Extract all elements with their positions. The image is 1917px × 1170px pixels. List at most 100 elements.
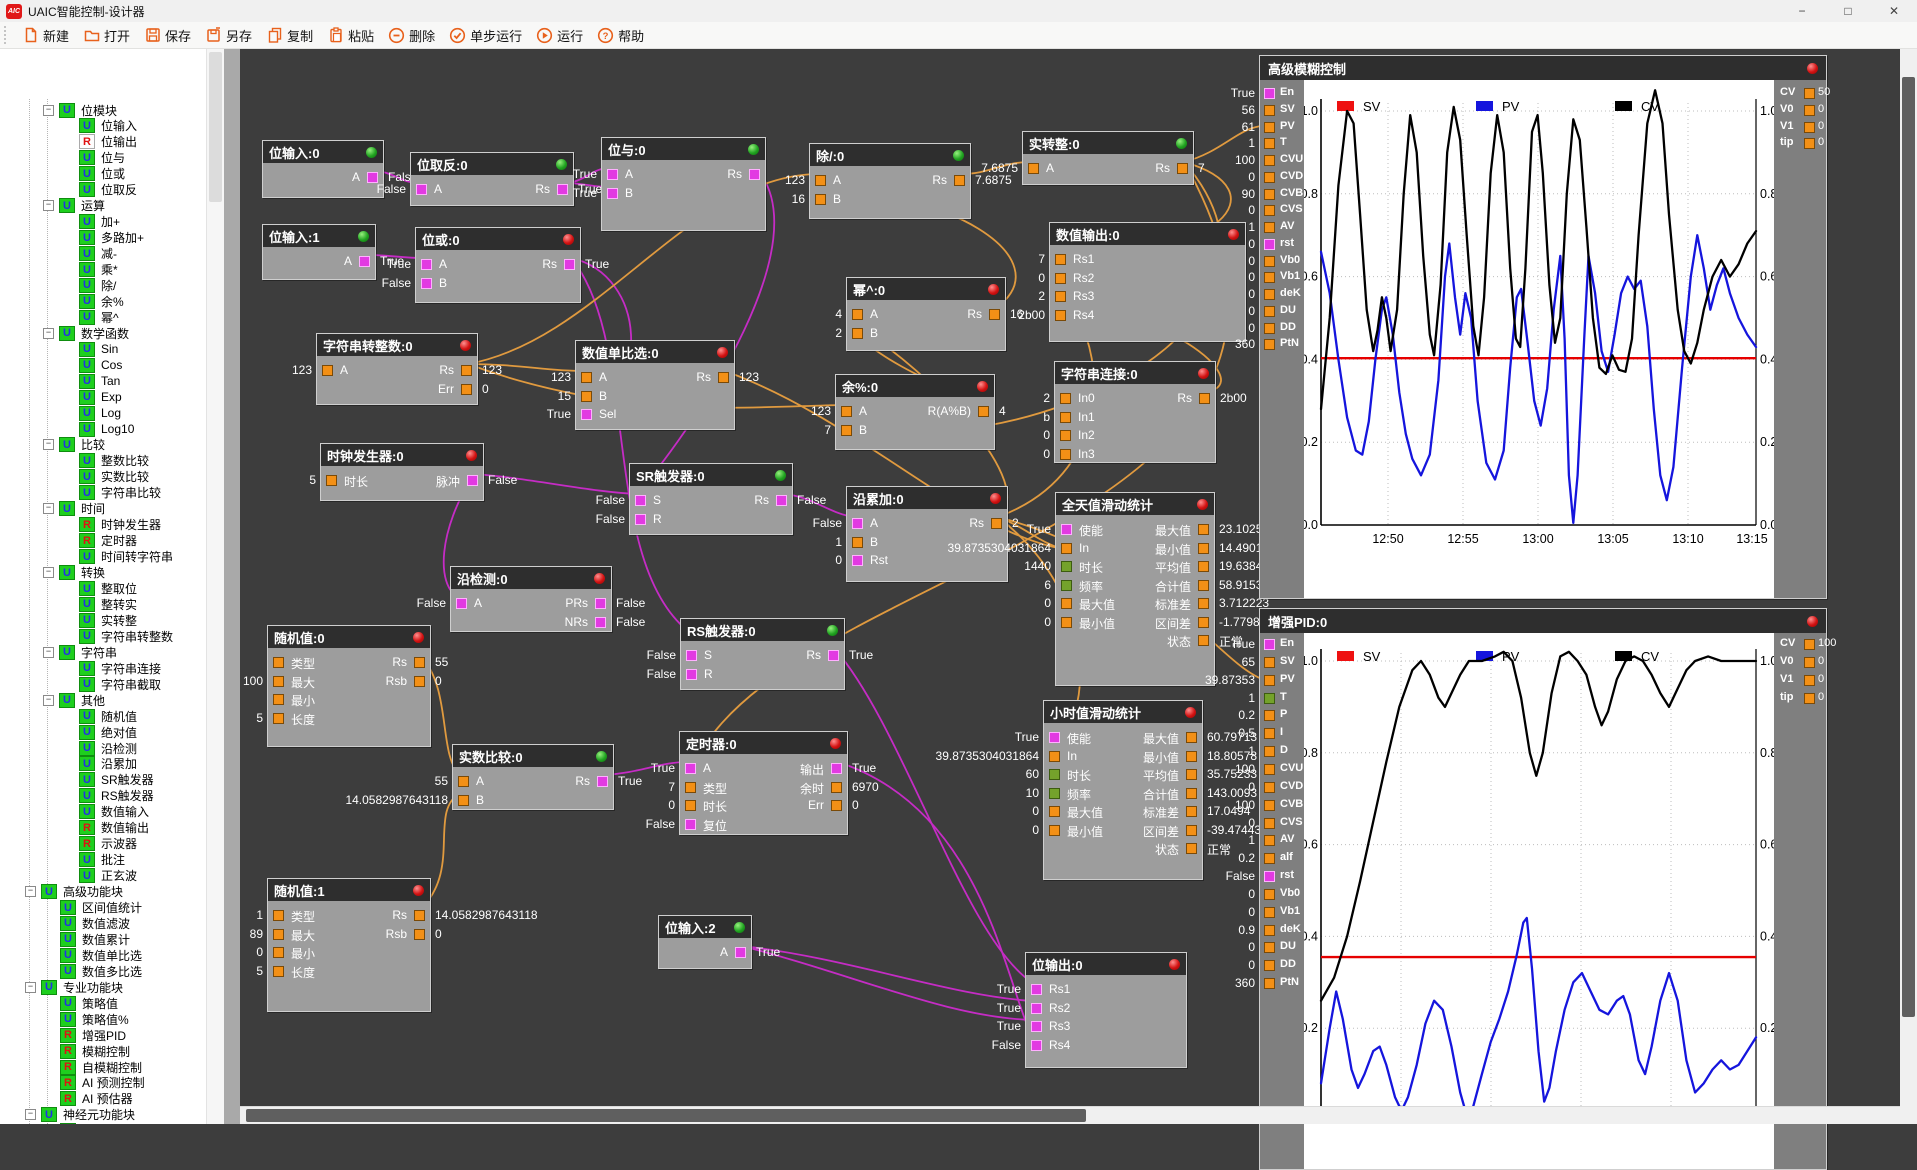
input-port-D[interactable] [1264, 746, 1275, 757]
input-port-A[interactable] [607, 169, 618, 180]
tree-item-沿检测[interactable]: U沿检测 [0, 740, 137, 756]
tree-item-区间值统计[interactable]: U区间值统计 [0, 900, 142, 916]
wire[interactable] [742, 946, 1033, 1020]
node-位取反:0[interactable]: 位取反:0AFalseRsTrue [410, 152, 574, 206]
input-port-B[interactable] [581, 391, 592, 402]
output-port-脉冲[interactable] [467, 475, 478, 486]
tree-item-沿累加[interactable]: U沿累加 [0, 756, 137, 772]
toolbar-button-new[interactable]: 新建 [15, 24, 76, 47]
tree-item-位输出[interactable]: R位输出 [0, 134, 137, 150]
output-port-CV[interactable] [1804, 88, 1815, 99]
input-port-最大值[interactable] [1049, 806, 1060, 817]
input-port-B[interactable] [458, 795, 469, 806]
panel-高级模糊控制[interactable]: 高级模糊控制TrueEn56SV61PV1T100CVU0CVD90CVB0CV… [1259, 55, 1827, 599]
input-port-deK[interactable] [1264, 925, 1275, 936]
input-port-CVS[interactable] [1264, 818, 1275, 829]
input-port-AV[interactable] [1264, 222, 1275, 233]
tree-item-位或[interactable]: U位或 [0, 166, 125, 182]
node-字符串连接:0[interactable]: 字符串连接:0In02Rs2b00In1bIn20In30 [1054, 361, 1216, 463]
input-port-A[interactable] [841, 406, 852, 417]
input-port-使能[interactable] [1061, 524, 1072, 535]
input-port-复位[interactable] [685, 819, 696, 830]
node-title-bar[interactable]: 定时器:0 [680, 732, 847, 754]
input-port-Vb0[interactable] [1264, 256, 1275, 267]
input-port-A[interactable] [416, 184, 427, 195]
tree-item-时间转字符串[interactable]: U时间转字符串 [0, 549, 173, 565]
input-port-频率[interactable] [1049, 788, 1060, 799]
node-随机值:0[interactable]: 随机值:0类型Rs55最大100Rsb0最小长度5 [267, 625, 431, 747]
expand-toggle-icon[interactable]: − [43, 439, 54, 450]
node-RS触发器:0[interactable]: RS触发器:0SFalseRsTrueRFalse [680, 618, 845, 690]
input-port-T[interactable] [1264, 138, 1275, 149]
node-title-bar[interactable]: 位与:0 [602, 138, 765, 160]
node-除/:0[interactable]: 除/:0A123Rs7.6875B16 [809, 143, 971, 219]
input-port-DD[interactable] [1264, 960, 1275, 971]
tree-item-加+[interactable]: U加+ [0, 214, 120, 230]
tree-item-转换[interactable]: −U转换 [0, 565, 105, 581]
input-port-A[interactable] [322, 365, 333, 376]
node-随机值:1[interactable]: 随机值:1类型1Rs14.0582987643118最大89Rsb0最小0长度5 [267, 878, 431, 1012]
canvas-hscrollbar-thumb[interactable] [246, 1109, 1086, 1122]
input-port-最大[interactable] [273, 929, 284, 940]
input-port-PV[interactable] [1264, 675, 1275, 686]
input-port-Rs4[interactable] [1055, 310, 1066, 321]
output-port-V1[interactable] [1804, 675, 1815, 686]
sidebar-scrollbar[interactable] [206, 49, 225, 1124]
input-port-Rs1[interactable] [1031, 984, 1042, 995]
input-port-Vb1[interactable] [1264, 907, 1275, 918]
node-位与:0[interactable]: 位与:0ATrueRsBTrue [601, 137, 766, 231]
input-port-时长[interactable] [685, 800, 696, 811]
input-port-Rs4[interactable] [1031, 1040, 1042, 1051]
tree-item-AI 预估器[interactable]: RAI 预估器 [0, 1091, 133, 1107]
output-port-CV[interactable] [1804, 639, 1815, 650]
input-port-DU[interactable] [1264, 306, 1275, 317]
tree-item-乘*[interactable]: U乘* [0, 262, 118, 278]
tree-item-绝对值[interactable]: U绝对值 [0, 724, 137, 740]
output-port-Rs[interactable] [776, 495, 787, 506]
output-port-tip[interactable] [1804, 138, 1815, 149]
output-port-输出[interactable] [831, 763, 842, 774]
output-port-Rs[interactable] [749, 169, 760, 180]
output-port-Rs[interactable] [557, 184, 568, 195]
tree-item-批注[interactable]: U批注 [0, 852, 125, 868]
wire[interactable] [835, 649, 1033, 983]
input-port-A[interactable] [458, 776, 469, 787]
toolbar-button-run[interactable]: 运行 [529, 24, 590, 47]
toolbar-button-help[interactable]: ?帮助 [590, 24, 651, 47]
tree-item-字符串截取[interactable]: U字符串截取 [0, 676, 161, 692]
node-定时器:0[interactable]: 定时器:0ATrue输出True类型7余时6970时长0Err0复位False [679, 731, 848, 835]
output-port-Rs[interactable] [414, 657, 425, 668]
tree-item-位与[interactable]: U位与 [0, 150, 125, 166]
output-port-Rs[interactable] [828, 650, 839, 661]
canvas-vscrollbar[interactable] [1900, 49, 1917, 1107]
node-余%:0[interactable]: 余%:0A123R(A%B)4B7 [835, 374, 995, 450]
maximize-button[interactable]: □ [1825, 0, 1871, 22]
input-port-DU[interactable] [1264, 942, 1275, 953]
tree-item-幂^[interactable]: U幂^ [0, 309, 119, 325]
sidebar-splitter[interactable] [224, 49, 240, 1124]
tree-item-整取位[interactable]: U整取位 [0, 581, 137, 597]
input-port-类型[interactable] [273, 657, 284, 668]
node-位输入:0[interactable]: 位输入:0AFalse [262, 140, 384, 198]
input-port-A[interactable] [852, 309, 863, 320]
input-port-CVD[interactable] [1264, 782, 1275, 793]
input-port-AV[interactable] [1264, 835, 1275, 846]
tree-item-Exp[interactable]: UExp [0, 389, 122, 405]
toolbar-button-open[interactable]: 打开 [76, 24, 137, 47]
node-全天值滑动统计[interactable]: 全天值滑动统计使能True最大值23.1025In39.873530403186… [1055, 492, 1215, 686]
input-port-长度[interactable] [273, 713, 284, 724]
expand-toggle-icon[interactable]: − [43, 503, 54, 514]
input-port-CVU[interactable] [1264, 155, 1275, 166]
node-title-bar[interactable]: 数值单比选:0 [576, 341, 734, 363]
tree-item-数值多比选[interactable]: U数值多比选 [0, 963, 142, 979]
input-port-时长[interactable] [1061, 561, 1072, 572]
node-数值单比选:0[interactable]: 数值单比选:0A123Rs123B15SelTrue [575, 340, 735, 430]
input-port-CVU[interactable] [1264, 764, 1275, 775]
expand-toggle-icon[interactable]: − [43, 567, 54, 578]
node-title-bar[interactable]: 位输出:0 [1026, 953, 1186, 975]
tree-item-自模糊控制[interactable]: R自模糊控制 [0, 1059, 142, 1075]
output-port-Err[interactable] [461, 384, 472, 395]
output-port-NRs[interactable] [595, 617, 606, 628]
input-port-In1[interactable] [1060, 412, 1071, 423]
output-port-最大值[interactable] [1198, 524, 1209, 535]
